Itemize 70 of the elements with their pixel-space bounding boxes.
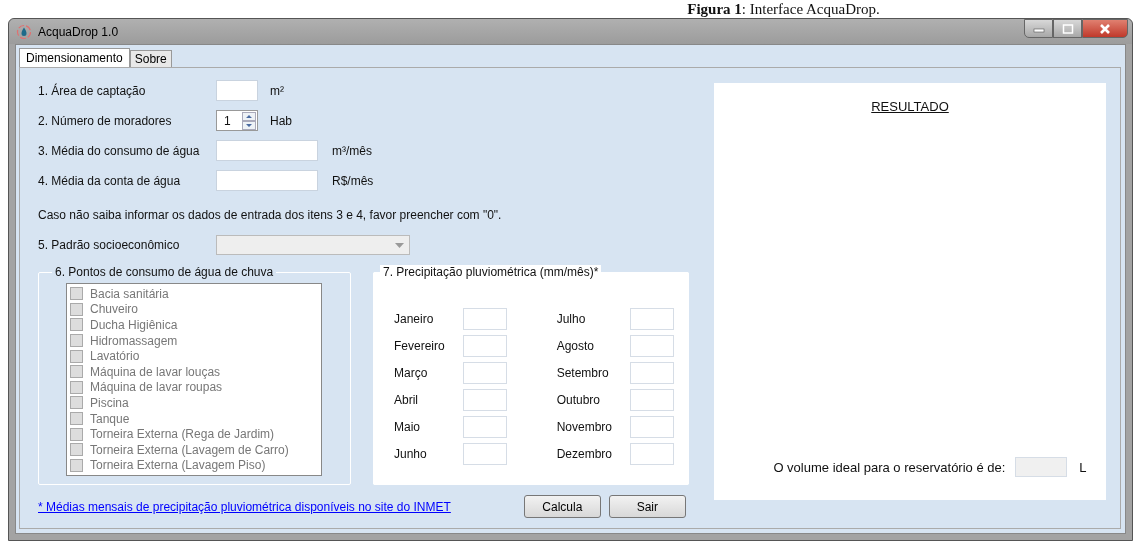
unit-label: L	[1079, 459, 1087, 475]
spinner-arrows-icon	[242, 111, 256, 130]
input-field[interactable]	[630, 442, 674, 465]
checkbox-label: Torneira Externa (Rega de Jardim)	[90, 427, 275, 442]
checkbox-label: Chuveiro	[90, 302, 139, 317]
action-button[interactable]: Sair	[608, 495, 686, 518]
month-label: Setembro	[556, 365, 609, 380]
minimize-button[interactable]	[1024, 19, 1053, 38]
figure-caption: Figura 1: Interface AcquaDrop.	[686, 0, 881, 18]
checkbox-label: Piscina	[90, 395, 129, 410]
month-label: Abril	[394, 392, 418, 407]
month-label: Fevereiro	[394, 338, 445, 353]
input-field[interactable]	[462, 361, 507, 384]
group-title: 7. Precipitação pluviométrica (mm/mês)*	[380, 265, 602, 279]
tab[interactable]: Dimensionamento	[19, 48, 130, 67]
checkbox-label: Torneira Externa (Lavagem de Carro)	[90, 442, 289, 457]
unit-label: Hab	[270, 113, 292, 128]
water-drop-icon	[16, 23, 32, 40]
input-field[interactable]	[630, 388, 674, 411]
close-button[interactable]	[1082, 19, 1128, 38]
field-label: 2. Número de moradores	[38, 113, 173, 128]
action-button[interactable]: Calcula	[523, 495, 601, 518]
unit-label: m²	[270, 83, 284, 98]
unit-label: m³/mês	[332, 143, 372, 158]
input-field[interactable]	[216, 140, 318, 161]
result-title: RESULTADO	[871, 99, 949, 114]
field-label: 3. Média do consumo de água	[38, 143, 201, 158]
maximize-button[interactable]	[1053, 19, 1082, 38]
inmet-link[interactable]: * Médias mensais de precipitação pluviométrica disponíveis no site do INMET	[38, 499, 451, 514]
input-field[interactable]	[462, 307, 507, 330]
month-label: Maio	[394, 419, 420, 434]
field-label: 4. Média da conta de água	[38, 173, 182, 188]
input-field[interactable]	[216, 80, 258, 101]
month-label: Novembro	[556, 419, 612, 434]
close-icon	[1098, 22, 1112, 35]
unit-label: R$/mês	[332, 173, 374, 188]
month-label: Março	[394, 365, 428, 380]
month-label: Janeiro	[394, 311, 434, 326]
input-field[interactable]	[630, 334, 674, 357]
input-field[interactable]	[462, 334, 507, 357]
note-text: Caso não saiba informar os dados de entrada dos itens 3 e 4, favor preencher com "0".	[38, 208, 503, 222]
checkbox-label: Lavatório	[90, 349, 140, 364]
checkbox-label: Torneira Externa (Lavagem Piso)	[90, 458, 266, 473]
input-field[interactable]	[630, 361, 674, 384]
input-field[interactable]	[462, 442, 507, 465]
month-label: Junho	[394, 446, 427, 461]
input-field[interactable]	[462, 415, 507, 438]
field-label: 5. Padrão socioeconômico	[38, 238, 181, 252]
checkbox-label: Máquina de lavar louças	[90, 364, 221, 379]
input-field[interactable]	[462, 388, 507, 411]
checkbox-label: Máquina de lavar roupas	[90, 380, 223, 395]
number-spinner[interactable]: 1	[216, 110, 258, 131]
input-field[interactable]	[216, 170, 318, 191]
maximize-icon	[1061, 23, 1074, 34]
input-field[interactable]	[630, 415, 674, 438]
caret-icon	[395, 242, 404, 248]
checkbox-label: Hidromassagem	[90, 333, 178, 348]
month-label: Julho	[556, 311, 586, 326]
month-label: Dezembro	[556, 446, 612, 461]
volume-label: O volume ideal para o reservatório é de:	[773, 459, 1006, 475]
field-label: 1. Área de captação	[38, 83, 147, 98]
checkbox-label: Ducha Higiênica	[90, 318, 178, 332]
group-title: 6. Pontos de consumo de água de chuva	[52, 265, 277, 279]
window-title: AcquaDrop 1.0	[38, 24, 119, 39]
month-label: Outubro	[556, 392, 600, 407]
checkbox-label: Tanque	[90, 411, 130, 426]
month-label: Agosto	[556, 338, 594, 353]
checkbox-label: Bacia sanitária	[90, 286, 169, 301]
tab[interactable]: Sobre	[129, 50, 172, 67]
input-field[interactable]	[630, 307, 674, 330]
